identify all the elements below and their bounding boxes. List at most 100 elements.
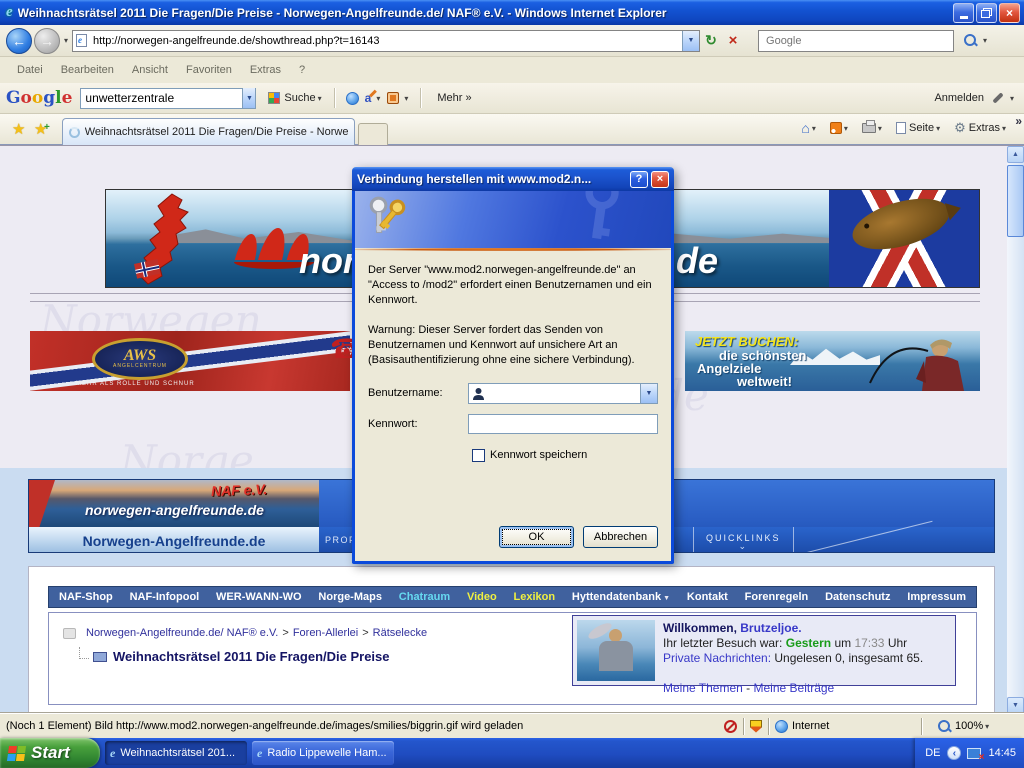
home-button[interactable]: ⌂▾ [801, 120, 819, 136]
home-dropdown[interactable]: ▾ [812, 124, 816, 133]
hide-icons-button[interactable]: ‹ [947, 746, 961, 760]
address-dropdown[interactable]: ▼ [682, 31, 699, 51]
nav-chatraum[interactable]: Chatraum [399, 591, 450, 603]
banner-word-right: de [676, 240, 718, 282]
popup-blocker-icon[interactable] [724, 720, 737, 733]
anmelden-button[interactable]: Anmelden [934, 92, 984, 104]
network-disconnected-icon[interactable] [967, 748, 981, 759]
menu-bearbeiten[interactable]: Bearbeiten [52, 64, 123, 76]
close-button[interactable]: × [999, 3, 1020, 23]
menu-help[interactable]: ? [290, 64, 314, 76]
seite-dropdown[interactable]: ▾ [936, 124, 940, 133]
welcome-username-link[interactable]: Brutzeljoe. [740, 621, 801, 635]
forum-banner-image[interactable]: NAF e.V. norwegen-angelfreunde.de [29, 480, 319, 527]
zoom-dropdown[interactable]: ▾ [985, 722, 989, 731]
autofill-dropdown[interactable]: ▾ [376, 94, 380, 103]
menu-extras[interactable]: Extras [241, 64, 290, 76]
google-suche-button[interactable]: Suche ▾ [264, 92, 325, 104]
minimize-button[interactable] [953, 3, 974, 23]
back-button[interactable]: ← [6, 28, 32, 54]
password-input[interactable] [468, 414, 658, 434]
search-box[interactable] [758, 30, 954, 52]
search-dropdown[interactable]: ▾ [983, 36, 987, 45]
search-icon[interactable] [964, 34, 977, 47]
zoom-control[interactable]: 100% ▾ [928, 720, 1024, 733]
seite-button[interactable]: Seite▾ [896, 122, 944, 134]
favorites-star-icon[interactable]: ★ [12, 120, 25, 138]
menu-datei[interactable]: Datei [8, 64, 52, 76]
nav-hyttendatenbank[interactable]: Hyttendatenbank▼ [572, 591, 670, 603]
last-visit-label: Ihr letzter Besuch war: [663, 636, 782, 650]
nav-video[interactable]: Video [467, 591, 497, 603]
breadcrumb-subforum-link[interactable]: Rätselecke [373, 627, 427, 639]
mehr-button[interactable]: Mehr » [437, 92, 471, 104]
settings-dropdown[interactable]: ▾ [1010, 94, 1014, 103]
remember-password-checkbox[interactable] [472, 449, 485, 462]
scroll-up-button[interactable]: ▲ [1007, 146, 1024, 163]
username-combo[interactable]: ▼ [468, 383, 658, 404]
feeds-button[interactable]: ▾ [830, 122, 852, 134]
tab-active[interactable]: Weihnachtsrätsel 2011 Die Fragen/Die Pre… [62, 118, 355, 145]
taskbar-window-2[interactable]: e Radio Lippewelle Ham... [252, 741, 394, 765]
nav-naf-infopool[interactable]: NAF-Infopool [130, 591, 200, 603]
earth-icon[interactable] [346, 92, 359, 105]
wrench-icon[interactable] [992, 92, 1003, 103]
feeds-dropdown[interactable]: ▾ [844, 124, 848, 133]
extras-button[interactable]: ⚙ Extras▾ [954, 120, 1010, 136]
autofill-icon[interactable]: a [365, 91, 372, 105]
start-button[interactable]: Start [0, 738, 100, 768]
dialog-help-button[interactable]: ? [630, 171, 648, 188]
nav-norge-maps[interactable]: Norge-Maps [318, 591, 382, 603]
search-input[interactable] [764, 34, 953, 48]
history-dropdown[interactable]: ▾ [64, 36, 68, 45]
orange-window-icon[interactable] [387, 92, 399, 104]
nav-datenschutz[interactable]: Datenschutz [825, 591, 890, 603]
refresh-button[interactable]: ↻ [700, 32, 722, 49]
dialog-close-button[interactable]: × [651, 171, 669, 188]
username-dropdown[interactable]: ▼ [640, 384, 657, 403]
security-zone[interactable]: Internet [775, 720, 915, 733]
toolbar-overflow-chevron[interactable]: » [1015, 114, 1022, 128]
nav-kontakt[interactable]: Kontakt [687, 591, 728, 603]
address-input[interactable] [91, 34, 682, 48]
dialog-title-bar[interactable]: Verbindung herstellen mit www.mod2.n... … [352, 167, 674, 191]
orange-dropdown[interactable]: ▾ [404, 94, 408, 103]
breadcrumb-root-link[interactable]: Norwegen-Angelfreunde.de/ NAF® e.V. [86, 627, 278, 639]
aws-ad-banner[interactable]: AWS ANGELCENTRUM MEHR ALS ROLLE UND SCHN… [30, 331, 350, 391]
taskbar-window-1[interactable]: e Weihnachtsrätsel 201... [105, 741, 247, 765]
menu-ansicht[interactable]: Ansicht [123, 64, 177, 76]
google-search-field[interactable]: ▼ [80, 88, 256, 109]
print-button[interactable]: ▾ [862, 123, 886, 133]
new-tab-button[interactable] [358, 123, 388, 145]
breadcrumb-forum-link[interactable]: Foren-Allerlei [293, 627, 358, 639]
google-search-input[interactable] [81, 90, 242, 106]
menu-favoriten[interactable]: Favoriten [177, 64, 241, 76]
booking-ad-banner[interactable]: JETZT BUCHEN: die schönsten Angelziele w… [685, 331, 980, 391]
my-posts-link[interactable]: Meine Beiträge [754, 681, 835, 695]
forward-button[interactable]: → [34, 28, 60, 54]
scrollbar-thumb[interactable] [1007, 165, 1024, 237]
language-indicator[interactable]: DE [925, 747, 940, 759]
nav-forenregeln[interactable]: Forenregeln [745, 591, 809, 603]
nav-wer-wann-wo[interactable]: WER-WANN-WO [216, 591, 302, 603]
address-field[interactable]: ▼ [72, 30, 700, 52]
forum-menu-quicklinks[interactable]: QUICKLINKS ⌄ [693, 527, 794, 553]
my-threads-link[interactable]: Meine Themen [663, 681, 743, 695]
dialog-message: Der Server "www.mod2.norwegen-angelfreun… [368, 263, 658, 308]
nav-impressum[interactable]: Impressum [907, 591, 966, 603]
vertical-scrollbar[interactable]: ▲ ▼ [1007, 146, 1024, 713]
ok-button[interactable]: OK [499, 526, 574, 548]
extras-dropdown[interactable]: ▾ [1002, 124, 1006, 133]
private-messages-link[interactable]: Private Nachrichten: [663, 651, 771, 665]
stop-button[interactable]: × [722, 32, 744, 49]
scroll-down-button[interactable]: ▼ [1007, 697, 1024, 713]
print-dropdown[interactable]: ▾ [878, 124, 882, 133]
google-search-dropdown[interactable]: ▼ [242, 88, 255, 108]
suche-dropdown[interactable]: ▾ [318, 94, 322, 103]
restore-button[interactable] [976, 3, 997, 23]
security-shield-icon[interactable] [750, 720, 762, 733]
nav-naf-shop[interactable]: NAF-Shop [59, 591, 113, 603]
cancel-button[interactable]: Abbrechen [583, 526, 658, 548]
nav-lexikon[interactable]: Lexikon [514, 591, 556, 603]
welcome-text: Willkommen, Brutzeljoe. Ihr letzter Besu… [655, 616, 931, 685]
